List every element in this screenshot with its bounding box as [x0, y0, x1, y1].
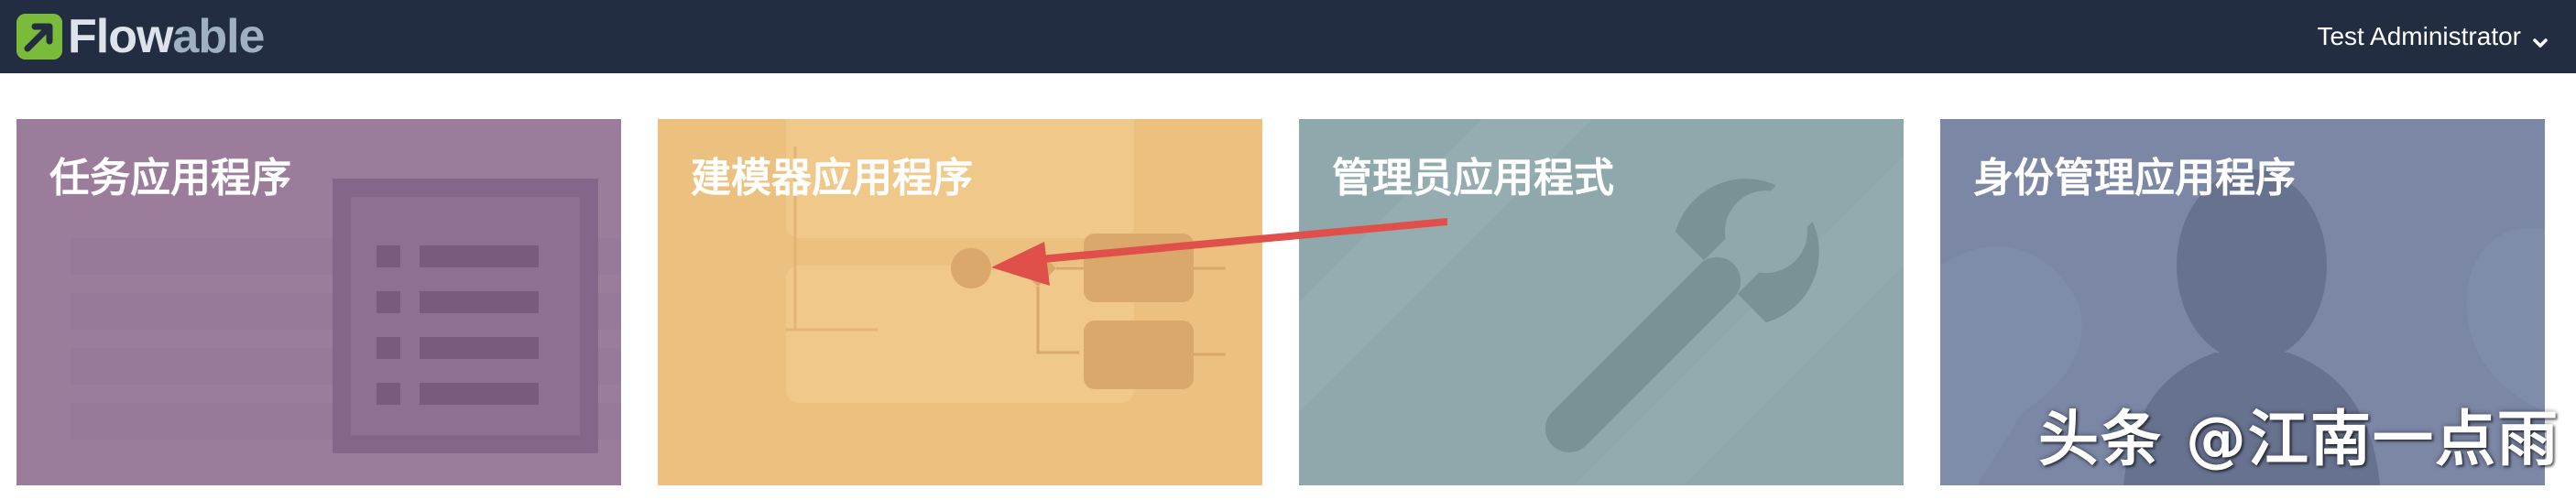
tile-admin-app[interactable]: 管理员应用程式 [1299, 119, 1904, 485]
tile-admin-app-title: 管理员应用程式 [1332, 155, 1614, 201]
app-tiles-grid: 任务应用程序 建模器应用程序 管理员应用程式 身份管理应用程序 头条 @江南一点… [0, 119, 2576, 485]
tile-idm-app-title: 身份管理应用程序 [1973, 155, 2296, 201]
chevron-down-icon [2532, 28, 2549, 48]
logo-wordmark-main: Flow [68, 10, 173, 63]
top-navigation-bar: Flowable Test Administrator [0, 0, 2576, 73]
tile-modeler-app-title: 建模器应用程序 [691, 155, 973, 201]
watermark-text: 头条 @江南一点雨 [2038, 404, 2560, 474]
user-name-label: Test Administrator [2317, 22, 2521, 50]
flowable-logo[interactable]: Flowable [16, 9, 265, 64]
user-menu-dropdown[interactable]: Test Administrator [2317, 0, 2549, 73]
tile-task-app-title: 任务应用程序 [49, 155, 291, 201]
tile-task-app[interactable]: 任务应用程序 [16, 119, 621, 485]
flowable-logo-icon [16, 14, 62, 60]
tile-modeler-app[interactable]: 建模器应用程序 [658, 119, 1262, 485]
logo-wordmark: Flowable [68, 9, 265, 64]
logo-wordmark-accent: able [172, 10, 265, 63]
